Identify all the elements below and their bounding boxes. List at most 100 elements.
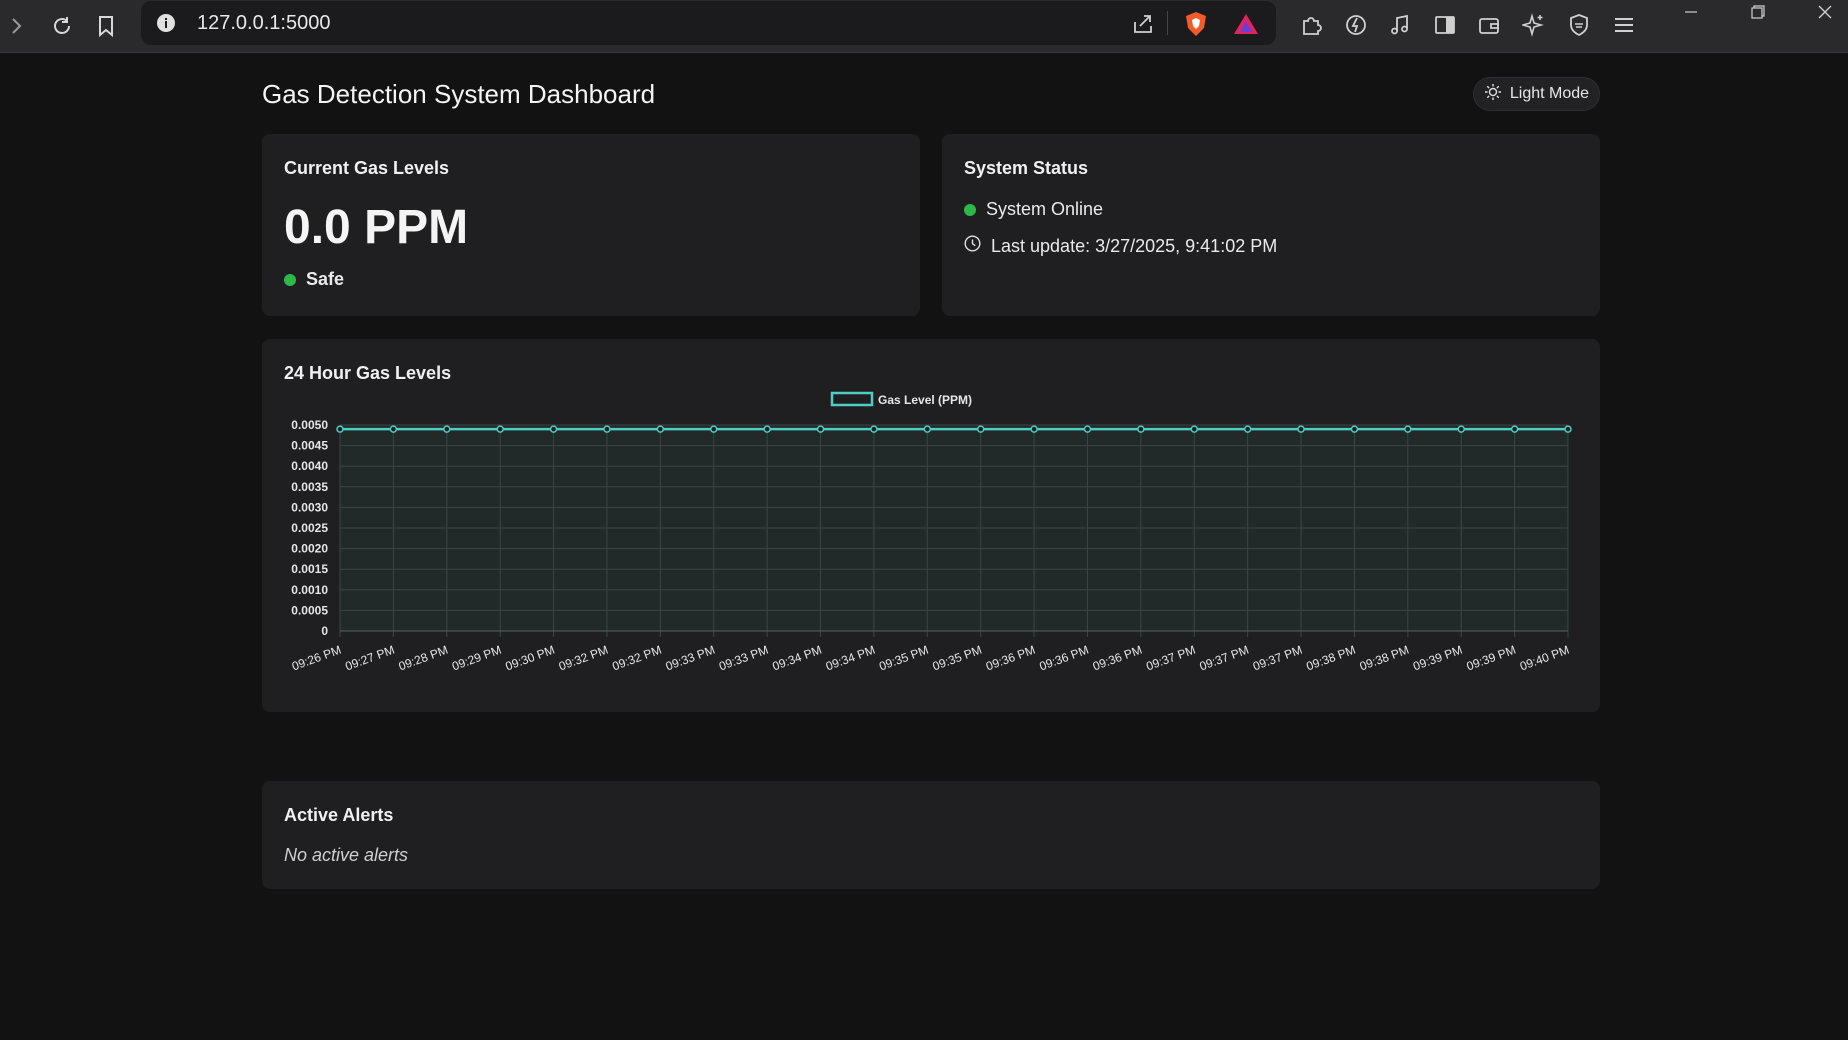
data-point xyxy=(443,425,451,433)
x-tick-label: 09:36 PM xyxy=(984,643,1037,674)
x-tick-label: 09:32 PM xyxy=(610,643,663,674)
active-alerts-title: Active Alerts xyxy=(284,805,394,825)
y-tick-label: 0.0005 xyxy=(291,603,328,617)
sidebar-icon[interactable] xyxy=(1429,9,1461,41)
gas-level-chart: 0 0.0005 0.0010 0.0015 0.0020 0.0025 0.0030 0.0… xyxy=(290,391,1572,674)
clock-icon xyxy=(964,235,981,257)
light-mode-label: Light Mode xyxy=(1509,85,1590,102)
data-point xyxy=(763,425,771,433)
info-icon[interactable] xyxy=(155,12,177,34)
x-tick-label: 09:38 PM xyxy=(1304,643,1357,674)
data-point xyxy=(1083,425,1092,433)
y-tick-label: 0.0045 xyxy=(291,439,328,453)
last-update-row: Last update: 3/27/2025, 9:41:02 PM xyxy=(964,235,1277,257)
x-tick-label: 09:34 PM xyxy=(824,643,877,674)
data-point xyxy=(1297,425,1305,433)
x-tick-label: 09:26 PM xyxy=(290,643,343,674)
x-tick-label: 09:27 PM xyxy=(343,643,396,674)
restore-icon[interactable] xyxy=(1738,0,1778,24)
ai-icon[interactable] xyxy=(1518,9,1550,41)
y-tick-label: 0.0020 xyxy=(291,542,328,556)
dashboard-page: Gas Detection System Dashboard Light Mod… xyxy=(0,53,1848,1040)
page-title: Gas Detection System Dashboard xyxy=(262,79,656,109)
x-tick-label: 09:29 PM xyxy=(450,643,503,674)
data-point xyxy=(709,425,718,433)
wallet-icon[interactable] xyxy=(1473,9,1505,41)
data-point xyxy=(1457,425,1465,433)
minimize-icon[interactable] xyxy=(1671,0,1711,24)
system-status-title: System Status xyxy=(964,158,1089,178)
extensions-icon[interactable] xyxy=(1295,9,1327,41)
x-tick-label: 09:37 PM xyxy=(1198,643,1251,674)
current-gas-levels-title: Current Gas Levels xyxy=(284,158,450,178)
system-status-card: System Status System Online Last update:… xyxy=(942,134,1600,316)
safety-status-label: Safe xyxy=(306,269,345,289)
x-tick-label: 09:36 PM xyxy=(1091,643,1144,674)
bookmark-icon[interactable] xyxy=(89,9,123,43)
data-point xyxy=(870,425,878,433)
system-online-row: System Online xyxy=(964,199,1103,220)
y-tick-label: 0 xyxy=(321,624,328,638)
leo-icon[interactable] xyxy=(1340,9,1372,41)
x-tick-label: 09:38 PM xyxy=(1358,643,1411,674)
data-point xyxy=(1243,425,1252,433)
last-update-label: Last update: 3/27/2025, 9:41:02 PM xyxy=(991,235,1278,256)
x-tick-label: 09:28 PM xyxy=(397,643,450,674)
light-mode-button[interactable]: Light Mode xyxy=(1473,77,1600,111)
x-tick-label: 09:40 PM xyxy=(1518,643,1571,674)
vpn-icon[interactable] xyxy=(1563,9,1595,41)
x-tick-label: 09:36 PM xyxy=(1037,643,1090,674)
data-point xyxy=(816,425,825,433)
gas-value: 0.0 PPM xyxy=(284,201,469,254)
x-tick-label: 09:33 PM xyxy=(664,643,717,674)
data-point xyxy=(549,425,558,433)
y-tick-label: 0.0010 xyxy=(291,583,328,597)
data-point xyxy=(1350,425,1359,433)
x-tick-label: 09:34 PM xyxy=(770,643,823,674)
status-dot-icon xyxy=(284,273,296,286)
data-point xyxy=(1510,425,1519,433)
x-tick-label: 09:35 PM xyxy=(931,643,984,674)
legend-swatch xyxy=(830,391,874,407)
x-tick-label: 09:37 PM xyxy=(1251,643,1304,674)
x-tick-label: 09:32 PM xyxy=(557,643,610,674)
data-point xyxy=(336,425,344,433)
x-tick-label: 09:35 PM xyxy=(877,643,930,674)
x-tick-label: 09:33 PM xyxy=(717,643,770,674)
data-point xyxy=(389,425,398,433)
online-dot-icon xyxy=(964,203,976,216)
divider xyxy=(1167,11,1168,35)
data-point xyxy=(1137,425,1145,433)
data-point xyxy=(976,425,985,433)
data-point xyxy=(1190,425,1199,433)
active-alerts-card: Active Alerts No active alerts xyxy=(262,781,1600,889)
system-online-label: System Online xyxy=(986,199,1104,219)
menu-icon[interactable] xyxy=(1608,9,1640,41)
data-point xyxy=(496,425,504,433)
close-icon[interactable] xyxy=(1805,0,1845,24)
x-tick-label: 09:37 PM xyxy=(1144,643,1197,674)
data-point xyxy=(1030,425,1038,433)
data-point xyxy=(603,425,611,433)
y-tick-label: 0.0040 xyxy=(291,459,328,473)
gas-level-chart-card: 24 Hour Gas Levels 0 0.0005 0.0010 0.0015 0.… xyxy=(262,339,1600,712)
share-icon[interactable] xyxy=(1129,10,1157,38)
reload-icon[interactable] xyxy=(45,9,79,43)
address-bar[interactable]: 127.0.0.1:5000 xyxy=(141,1,1276,45)
brave-shield-icon[interactable] xyxy=(1182,10,1210,38)
x-tick-label: 09:39 PM xyxy=(1465,643,1518,674)
safety-status: Safe xyxy=(284,269,344,290)
sun-icon xyxy=(1484,83,1502,106)
x-tick-label: 09:39 PM xyxy=(1411,643,1464,674)
url-text[interactable]: 127.0.0.1:5000 xyxy=(197,12,330,35)
y-tick-label: 0.0025 xyxy=(291,521,328,535)
y-tick-label: 0.0035 xyxy=(291,480,328,494)
forward-icon[interactable] xyxy=(0,9,34,43)
brave-rewards-icon[interactable] xyxy=(1232,10,1260,38)
data-point xyxy=(1404,425,1412,433)
current-gas-levels-card: Current Gas Levels 0.0 PPM Safe xyxy=(262,134,920,316)
music-icon[interactable] xyxy=(1384,9,1416,41)
data-point xyxy=(1564,425,1572,433)
browser-toolbar: 127.0.0.1:5000 xyxy=(0,0,1848,53)
x-tick-label: 09:30 PM xyxy=(504,643,557,674)
